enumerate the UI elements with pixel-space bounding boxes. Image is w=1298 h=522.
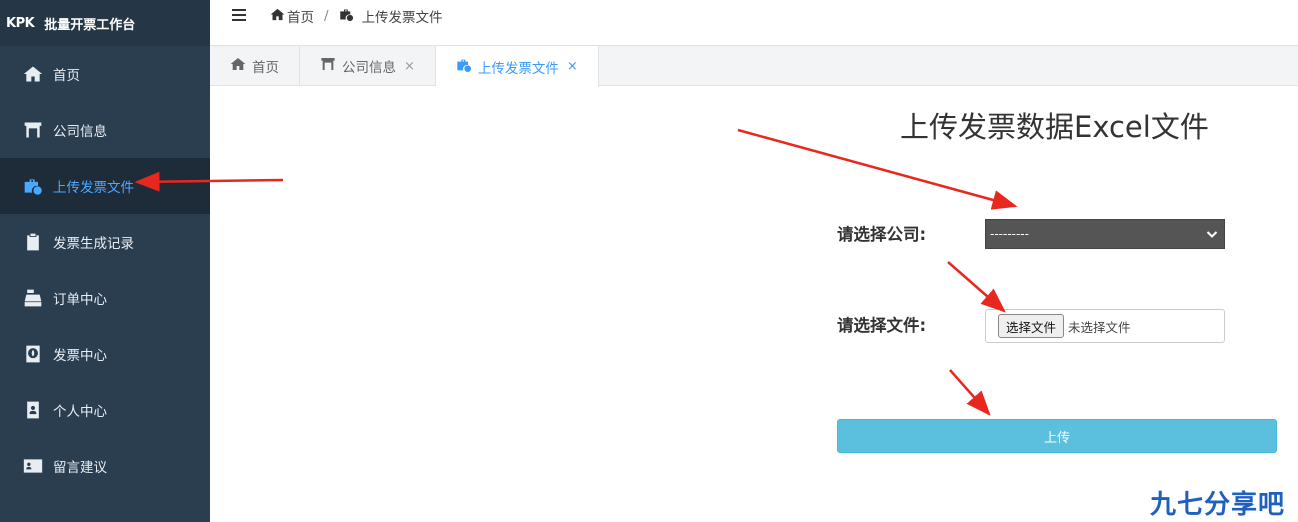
sidebar-item-invoice-center[interactable]: 发票中心	[0, 326, 210, 382]
tab-bar: 首页 公司信息 × 上传发票文件 ×	[210, 46, 1298, 87]
app-title: 批量开票工作台	[44, 17, 136, 33]
tab-company-info[interactable]: 公司信息 ×	[300, 46, 436, 86]
sidebar-item-label: 个人中心	[53, 404, 107, 420]
tab-home[interactable]: 首页	[210, 46, 300, 86]
file-status: 未选择文件	[1068, 319, 1131, 335]
sidebar-item-feedback[interactable]: 留言建议	[0, 438, 210, 494]
file-input[interactable]: 选择文件 未选择文件	[985, 309, 1225, 343]
sidebar-item-label: 发票生成记录	[53, 236, 134, 252]
sidebar-item-order-center[interactable]: 订单中心	[0, 270, 210, 326]
globe-book-icon	[22, 343, 44, 365]
sidebar-item-label: 留言建议	[53, 460, 107, 476]
close-icon[interactable]: ×	[567, 59, 578, 74]
sidebar: KPK 批量开票工作台 首页 公司信息 上传发票文件 发票生成记录 订单中心 发…	[0, 0, 210, 522]
arrow-to-upload-button	[949, 369, 991, 416]
app-logo: KPK	[6, 15, 35, 31]
tab-upload-invoice[interactable]: 上传发票文件 ×	[435, 46, 599, 87]
briefcase-clock-icon	[456, 57, 478, 77]
sidebar-item-label: 首页	[53, 68, 80, 84]
sidebar-item-label: 公司信息	[53, 124, 107, 140]
sidebar-item-label: 订单中心	[53, 292, 107, 308]
sidebar-item-label: 发票中心	[53, 348, 107, 364]
file-label: 请选择文件:	[837, 316, 927, 335]
building-icon	[22, 119, 44, 141]
sidebar-item-invoice-records[interactable]: 发票生成记录	[0, 214, 210, 270]
choose-file-button[interactable]: 选择文件	[998, 314, 1065, 338]
home-icon	[230, 56, 252, 76]
breadcrumb-current: 上传发票文件	[361, 10, 443, 26]
company-select-value: ---------	[990, 227, 1029, 241]
menu-toggle-icon[interactable]	[232, 9, 246, 21]
home-icon	[22, 63, 44, 85]
watermark: 九七分享吧	[1150, 490, 1286, 520]
home-icon	[270, 7, 287, 26]
upload-button[interactable]: 上传	[837, 419, 1277, 453]
tab-label: 公司信息	[342, 60, 396, 76]
arrow-to-file-input	[947, 261, 1006, 313]
sidebar-item-upload-invoice[interactable]: 上传发票文件	[0, 158, 210, 214]
chevron-down-icon	[1206, 231, 1218, 238]
briefcase-clock-icon	[339, 7, 362, 26]
id-badge-icon	[22, 399, 44, 421]
breadcrumb-home[interactable]: 首页	[287, 6, 314, 26]
close-icon[interactable]: ×	[404, 59, 415, 74]
tab-label: 上传发票文件	[477, 60, 559, 77]
sidebar-item-home[interactable]: 首页	[0, 46, 210, 102]
sidebar-item-company-info[interactable]: 公司信息	[0, 102, 210, 158]
tab-label: 首页	[252, 60, 279, 76]
sidebar-item-label: 上传发票文件	[53, 180, 134, 196]
app-header: KPK 批量开票工作台	[0, 0, 210, 46]
clipboard-icon	[22, 231, 44, 253]
sidebar-menu: 首页 公司信息 上传发票文件 发票生成记录 订单中心 发票中心 个人中心 留言建…	[0, 46, 210, 494]
sidebar-item-personal-center[interactable]: 个人中心	[0, 382, 210, 438]
id-card-icon	[22, 455, 44, 477]
cash-register-icon	[22, 287, 44, 309]
building-icon	[320, 56, 342, 76]
page-title: 上传发票数据Excel文件	[900, 110, 1209, 144]
company-select[interactable]: ---------	[985, 219, 1225, 249]
breadcrumb-separator: /	[324, 8, 329, 24]
company-label: 请选择公司:	[837, 225, 927, 244]
breadcrumb: 首页 / 上传发票文件	[270, 6, 443, 26]
briefcase-clock-icon	[22, 175, 44, 197]
top-bar: 首页 / 上传发票文件	[210, 0, 1298, 46]
